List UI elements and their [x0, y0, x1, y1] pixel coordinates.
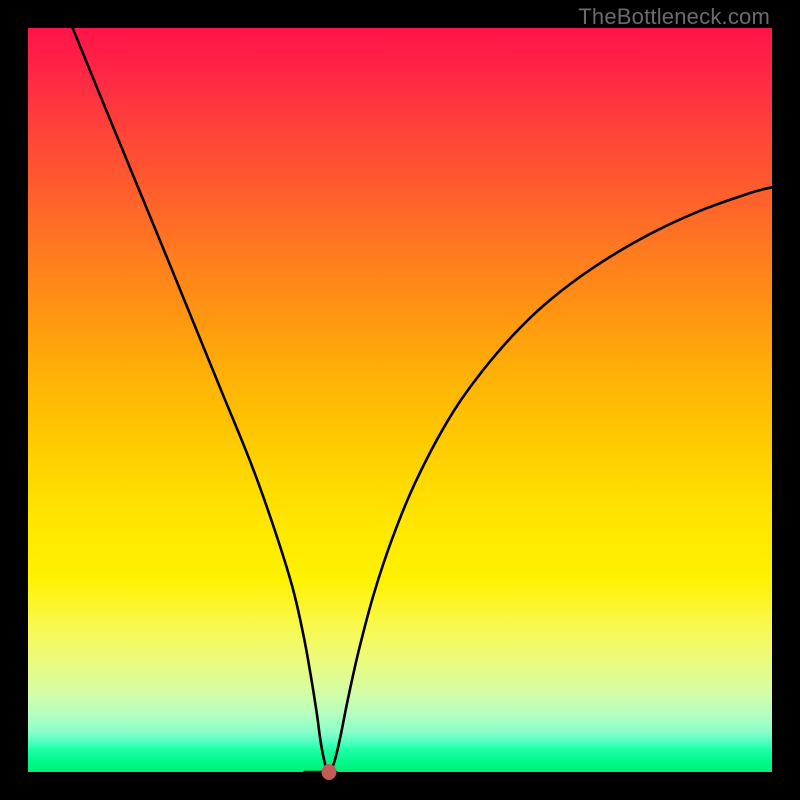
watermark-text: TheBottleneck.com — [578, 4, 770, 30]
plot-area — [28, 28, 772, 772]
curve-svg — [28, 28, 772, 772]
chart-frame: TheBottleneck.com — [0, 0, 800, 800]
minimum-marker — [321, 764, 336, 780]
bottleneck-curve — [73, 28, 772, 771]
